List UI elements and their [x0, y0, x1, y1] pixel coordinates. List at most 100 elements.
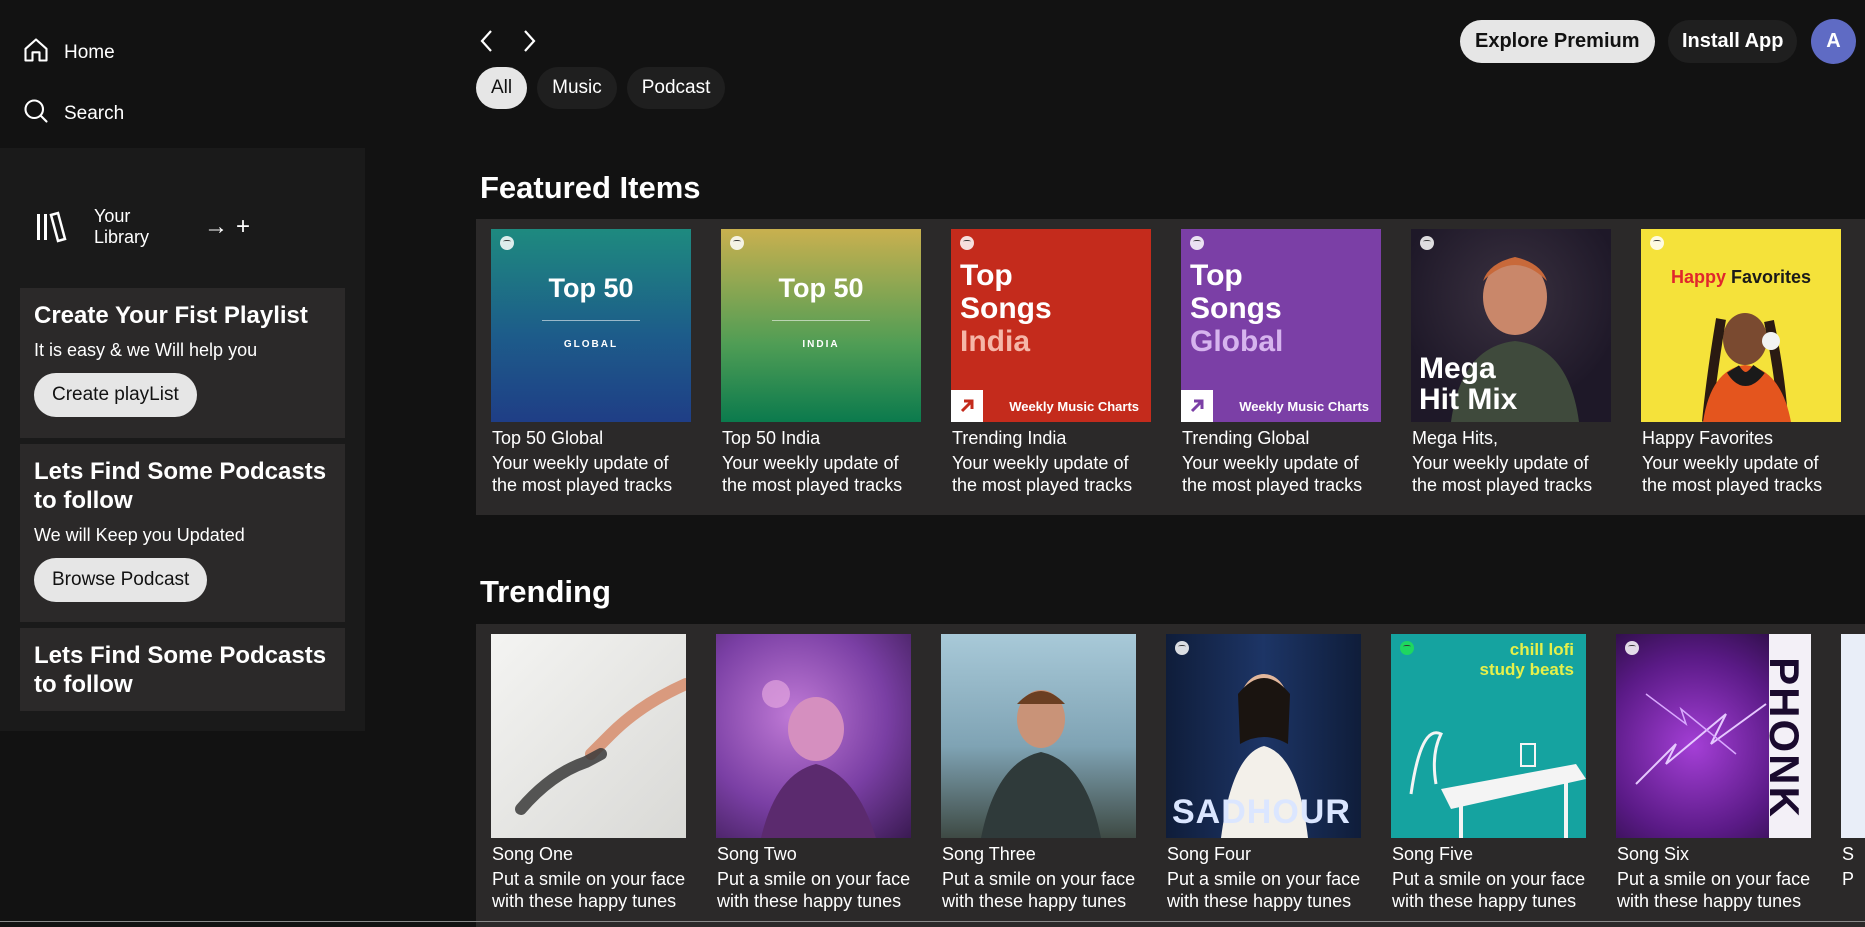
- trending-card[interactable]: Song Three Put a smile on your face with…: [941, 634, 1136, 912]
- cover-art: Happy Favorites: [1641, 229, 1841, 422]
- create-playlist-button[interactable]: Create playList: [34, 373, 197, 417]
- chip-all[interactable]: All: [476, 67, 528, 109]
- cover-art: Top 50 INDIA: [721, 229, 921, 422]
- arrow-up-right-icon: [1181, 390, 1213, 422]
- create-playlist-card: Create Your Fist Playlist It is easy & w…: [20, 288, 345, 438]
- cover-art: Top Songs India Weekly Music Charts: [951, 229, 1151, 422]
- card-title: Song Five: [1392, 844, 1474, 864]
- portrait-illustration: [761, 680, 876, 838]
- cover-line: Mega: [1419, 352, 1496, 385]
- cover-art: PHONK: [1616, 634, 1811, 838]
- divider: [542, 320, 640, 321]
- divider-line: [0, 921, 1865, 922]
- card-title: Happy Favorites: [1642, 428, 1774, 448]
- featured-card[interactable]: Happy Favorites Happy Favorites Your wee…: [1641, 229, 1841, 496]
- cover-art: SADHOUR: [1166, 634, 1361, 838]
- cover-line: Top: [960, 259, 1013, 292]
- divider: [772, 320, 870, 321]
- library-icon[interactable]: [34, 210, 68, 244]
- cover-title: PHONK: [1761, 657, 1809, 819]
- nav-search[interactable]: Search: [22, 97, 124, 131]
- featured-card[interactable]: Top 50 INDIA Top 50 India Your weekly up…: [721, 229, 921, 496]
- portrait-illustration: [1702, 313, 1791, 422]
- cover-art: [941, 634, 1136, 838]
- cover-subtitle: INDIA: [802, 339, 840, 350]
- library-label[interactable]: Your Library: [94, 206, 174, 248]
- hands-illustration: [515, 678, 686, 815]
- spotify-icon: [730, 236, 744, 250]
- cover-title: Top Songs India: [960, 259, 1052, 358]
- featured-title: Featured Items: [480, 170, 701, 205]
- card-title: Create Your Fist Playlist: [34, 302, 308, 329]
- chip-podcast[interactable]: Podcast: [626, 67, 726, 109]
- cover-line: Top: [1190, 259, 1243, 292]
- cover-line: Hit Mix: [1419, 383, 1518, 416]
- search-icon: [22, 97, 50, 131]
- card-description: Your weekly update of the most played tr…: [1412, 453, 1593, 495]
- cover-art: [1841, 634, 1865, 838]
- nav-home[interactable]: Home: [22, 36, 115, 70]
- featured-card[interactable]: Top 50 GLOBAL Top 50 Global Your weekly …: [491, 229, 691, 496]
- cover-art: Mega Hit Mix: [1411, 229, 1611, 422]
- card-subtitle: We will Keep you Updated: [34, 525, 245, 545]
- nav-search-label: Search: [64, 103, 125, 124]
- expand-arrow-icon[interactable]: →: [204, 213, 228, 241]
- trending-card[interactable]: chill lofi study beats Song Five Put a s…: [1391, 634, 1586, 912]
- cover-line: India: [960, 325, 1031, 358]
- cover-title: Top Songs Global: [1190, 259, 1283, 358]
- cover-art: chill lofi study beats: [1391, 634, 1586, 838]
- avatar[interactable]: A: [1811, 19, 1856, 64]
- install-app-button[interactable]: Install App: [1668, 20, 1798, 63]
- trending-title: Trending: [480, 574, 611, 609]
- featured-card[interactable]: Mega Hit Mix Mega Hits, Your weekly upda…: [1411, 229, 1611, 496]
- trending-card[interactable]: Song One Put a smile on your face with t…: [491, 634, 686, 912]
- cover-title: Top 50: [548, 273, 634, 303]
- chip-music[interactable]: Music: [537, 67, 617, 109]
- card-description: Put a smile on your face with these happ…: [492, 869, 686, 911]
- card-description: Your weekly update of the most played tr…: [952, 453, 1133, 495]
- card-description: Put a smile on your face with these happ…: [942, 869, 1136, 911]
- trending-card[interactable]: PHONK Song Six Put a smile on your face …: [1616, 634, 1811, 912]
- card-description: Your weekly update of the most played tr…: [1642, 453, 1823, 495]
- card-description: Put a smile on your face with these happ…: [1392, 869, 1586, 911]
- featured-card[interactable]: Top Songs Global Weekly Music Charts Tre…: [1181, 229, 1381, 496]
- spotify-icon: [960, 236, 974, 250]
- cover-title: SADHOUR: [1172, 793, 1351, 831]
- chevron-right-icon[interactable]: [520, 28, 538, 59]
- filter-chips: All Music Podcast: [476, 67, 726, 109]
- spotify-icon: [1190, 236, 1204, 250]
- card-title: Mega Hits,: [1412, 428, 1499, 448]
- history-nav: [478, 28, 538, 59]
- trending-card[interactable]: S P: [1841, 634, 1865, 890]
- cover-line: Global: [1190, 325, 1284, 358]
- arrow-up-right-icon: [951, 390, 983, 422]
- card-title: Song Six: [1617, 844, 1690, 864]
- card-title: Song Three: [942, 844, 1036, 864]
- card-title: Trending India: [952, 428, 1067, 448]
- card-description: Put a smile on your face with these happ…: [1617, 869, 1811, 911]
- card-title: Top 50 India: [722, 428, 821, 448]
- card-title: Lets Find Some Podcasts to follow: [34, 458, 327, 514]
- explore-premium-button[interactable]: Explore Premium: [1460, 20, 1655, 63]
- cover-line: Songs: [960, 292, 1052, 325]
- card-description: Put a smile on your face with these happ…: [717, 869, 911, 911]
- portrait-illustration: [981, 690, 1101, 838]
- trending-card[interactable]: SADHOUR Song Four Put a smile on your fa…: [1166, 634, 1361, 912]
- cover-title: Mega Hit Mix: [1419, 353, 1517, 415]
- cover-art: Top 50 GLOBAL: [491, 229, 691, 422]
- chevron-left-icon[interactable]: [478, 28, 496, 59]
- trending-card[interactable]: Song Two Put a smile on your face with t…: [716, 634, 911, 912]
- card-subtitle: It is easy & we Will help you: [34, 340, 258, 360]
- cover-title: Top 50: [778, 273, 864, 303]
- card-description: P: [1842, 869, 1855, 889]
- spotify-icon: [500, 236, 514, 250]
- card-description: Your weekly update of the most played tr…: [722, 453, 903, 495]
- card-description: Your weekly update of the most played tr…: [1182, 453, 1363, 495]
- browse-podcast-button[interactable]: Browse Podcast: [34, 558, 208, 602]
- nav-home-label: Home: [64, 42, 115, 63]
- add-plus-icon[interactable]: +: [236, 213, 250, 241]
- cover-art: Top Songs Global Weekly Music Charts: [1181, 229, 1381, 422]
- card-title: Lets Find Some Podcasts to follow: [34, 642, 327, 698]
- featured-card[interactable]: Top Songs India Weekly Music Charts Tren…: [951, 229, 1151, 496]
- card-title: Song Two: [717, 844, 797, 864]
